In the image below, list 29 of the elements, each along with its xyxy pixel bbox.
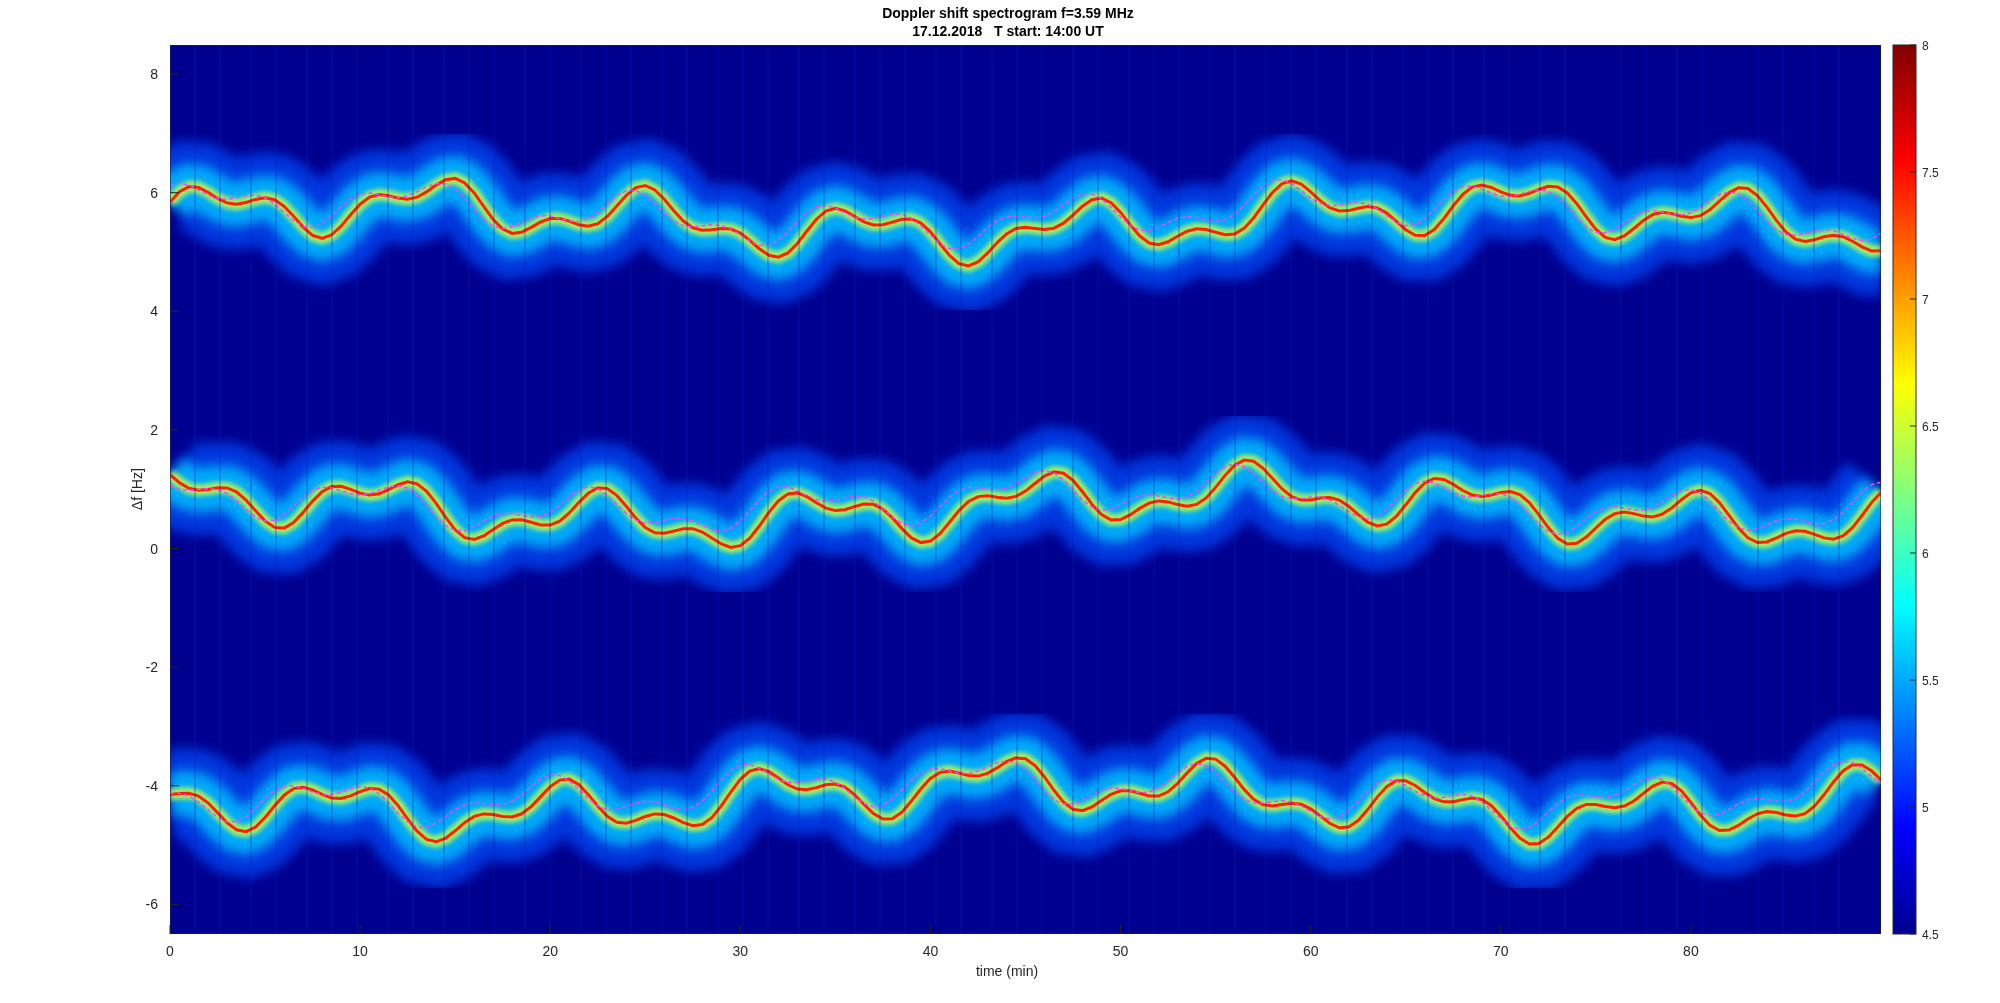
colorbar-tick-label: 6 (1922, 547, 1929, 561)
y-tick-label: 4 (150, 303, 158, 320)
x-tick-label: 80 (1683, 943, 1699, 959)
plot-subtitle: 17.12.2018 T start: 14:00 UT (912, 23, 1104, 39)
y-tick-label: 6 (150, 184, 158, 201)
colorbar-tick-label: 7.5 (1922, 166, 1939, 180)
x-tick-label: 30 (732, 943, 749, 959)
colorbar-tick-label: 8 (1922, 39, 1929, 53)
colorbar-tick-label: 6.5 (1922, 420, 1939, 434)
y-tick-label: 8 (150, 66, 158, 83)
colorbar-tick-label: 4.5 (1922, 928, 1939, 942)
colorbar-tick-label: 7 (1922, 293, 1929, 307)
colorbar-tick-label: 5.5 (1922, 674, 1939, 688)
x-axis-label: time (min) (975, 963, 1039, 979)
x-tick-label: 60 (1302, 943, 1319, 959)
x-tick-label: 70 (1493, 943, 1509, 959)
y-axis-label: Δf [Hz] (129, 468, 145, 511)
x-tick-label: 40 (922, 943, 939, 959)
plot-title: Doppler shift spectrogram f=3.59 MHz (882, 5, 1134, 21)
y-tick-label: 0 (150, 540, 158, 557)
y-tick-label: 2 (150, 421, 158, 438)
y-tick-label: -6 (145, 896, 158, 913)
x-tick-label: 0 (166, 943, 174, 959)
colorbar-tick-label: 5 (1922, 801, 1929, 815)
y-tick-label: -4 (145, 777, 158, 794)
x-tick-label: 20 (542, 943, 558, 959)
y-tick-label: -2 (145, 659, 158, 676)
x-tick-label: 50 (1112, 943, 1129, 959)
x-tick-label: 10 (352, 943, 368, 959)
